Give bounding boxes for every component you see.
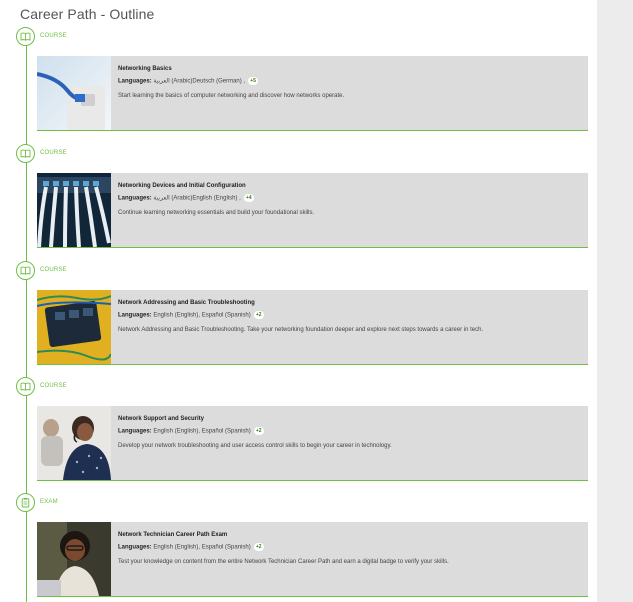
outline-item-course: COURSE Networking Devices and Initial Co… <box>0 143 590 253</box>
outline-item-course: COURSE Network Support and Security Lang… <box>0 376 590 486</box>
item-type-label: COURSE <box>40 267 67 273</box>
exam-title[interactable]: Network Technician Career Path Exam <box>118 532 227 538</box>
page-title: Career Path - Outline <box>20 6 155 22</box>
outline-item-course: COURSE Network Addressing and Basic Trou… <box>0 260 590 370</box>
languages-list: العربية (Arabic)English (English) , <box>153 195 241 202</box>
languages-label: Languages: <box>118 544 152 551</box>
course-languages: Languages: العربية (Arabic)Deutsch (Germ… <box>118 77 259 85</box>
course-card[interactable]: Networking Basics Languages: العربية (Ar… <box>37 56 588 131</box>
languages-list: English (English), Español (Spanish) <box>153 544 251 551</box>
exam-description: Test your knowledge on content from the … <box>118 559 449 565</box>
clipboard-icon <box>16 493 35 512</box>
course-languages: Languages: English (English), Español (S… <box>118 427 264 435</box>
book-icon <box>16 144 35 163</box>
course-thumbnail <box>37 56 111 130</box>
course-title[interactable]: Network Addressing and Basic Troubleshoo… <box>118 300 255 306</box>
course-thumbnail <box>37 406 111 480</box>
outline-item-exam: EXAM Network Technician Career Path Exam… <box>0 492 590 602</box>
item-type-label: EXAM <box>40 499 58 505</box>
more-languages-badge[interactable]: +4 <box>243 194 254 202</box>
more-languages-badge[interactable]: +2 <box>253 543 264 551</box>
languages-list: العربية (Arabic)Deutsch (German) , <box>153 78 246 85</box>
languages-label: Languages: <box>118 78 152 85</box>
item-type-label: COURSE <box>40 150 67 156</box>
languages-list: English (English), Español (Spanish) <box>153 428 251 435</box>
course-thumbnail <box>37 290 111 364</box>
outline-item-course: COURSE Networking Basics Languages: العر… <box>0 26 590 136</box>
course-card[interactable]: Network Addressing and Basic Troubleshoo… <box>37 290 588 365</box>
course-description: Develop your network troubleshooting and… <box>118 443 392 449</box>
exam-languages: Languages: English (English), Español (S… <box>118 543 264 551</box>
book-icon <box>16 377 35 396</box>
course-title[interactable]: Networking Devices and Initial Configura… <box>118 183 246 189</box>
item-type-label: COURSE <box>40 383 67 389</box>
languages-label: Languages: <box>118 195 152 202</box>
languages-list: English (English), Español (Spanish) <box>153 312 251 319</box>
course-title[interactable]: Networking Basics <box>118 66 172 72</box>
languages-label: Languages: <box>118 428 152 435</box>
book-icon <box>16 27 35 46</box>
book-icon <box>16 261 35 280</box>
course-description: Start learning the basics of computer ne… <box>118 93 345 99</box>
course-thumbnail <box>37 173 111 247</box>
more-languages-badge[interactable]: +2 <box>253 427 264 435</box>
course-card[interactable]: Network Support and Security Languages: … <box>37 406 588 481</box>
course-title[interactable]: Network Support and Security <box>118 416 204 422</box>
course-description: Continue learning networking essentials … <box>118 210 315 216</box>
course-description: Network Addressing and Basic Troubleshoo… <box>118 327 484 333</box>
course-languages: Languages: العربية (Arabic)English (Engl… <box>118 194 254 202</box>
side-panel <box>597 0 633 602</box>
item-type-label: COURSE <box>40 33 67 39</box>
more-languages-badge[interactable]: +2 <box>253 311 264 319</box>
exam-thumbnail <box>37 522 111 596</box>
course-card[interactable]: Networking Devices and Initial Configura… <box>37 173 588 248</box>
exam-card[interactable]: Network Technician Career Path Exam Lang… <box>37 522 588 597</box>
course-languages: Languages: English (English), Español (S… <box>118 311 264 319</box>
more-languages-badge[interactable]: +5 <box>248 77 259 85</box>
languages-label: Languages: <box>118 312 152 319</box>
